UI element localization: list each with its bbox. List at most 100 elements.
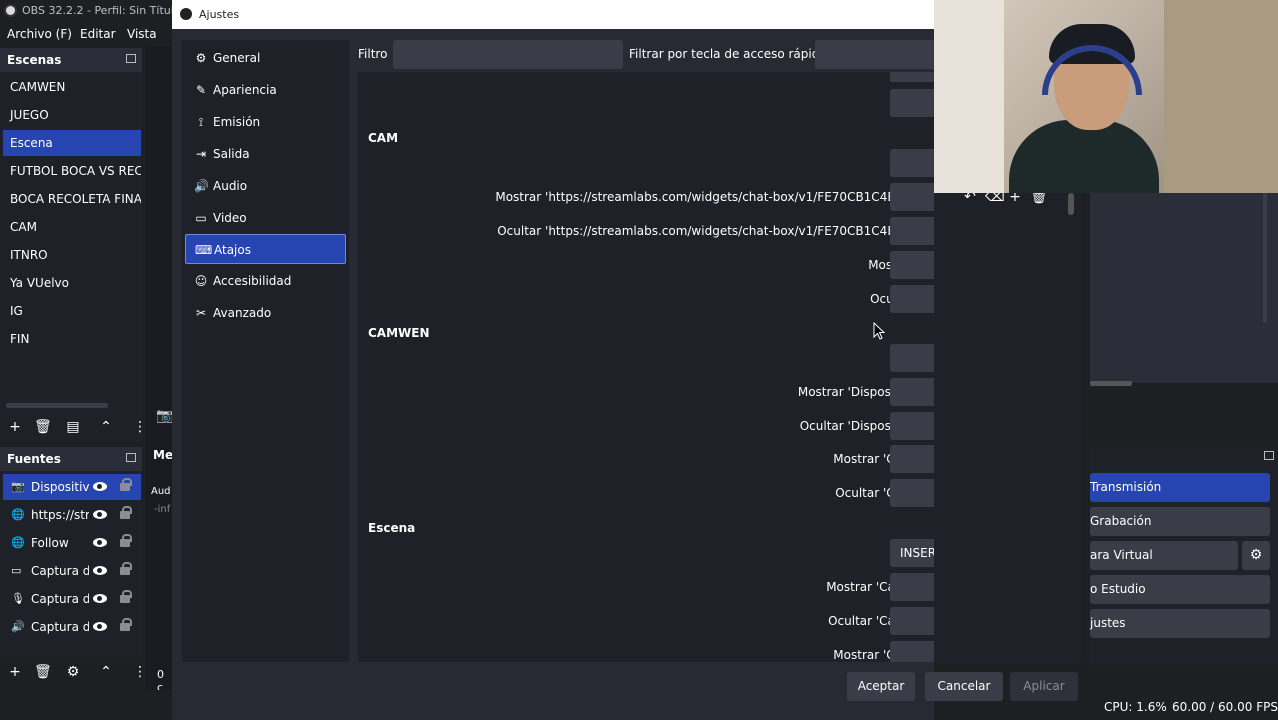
preview-scrollbar-v[interactable] [1263,193,1267,323]
settings-button[interactable]: justes [1090,609,1270,638]
scene-item-active[interactable]: Escena [3,130,141,156]
source-label: Captura d [31,620,89,634]
nav-accesibilidad[interactable]: ☺ Accesibilidad [185,266,346,296]
eye-icon[interactable] [93,594,107,603]
tools-icon: ✂ [195,306,207,320]
undock-icon[interactable] [126,453,136,462]
output-icon: ⇥ [195,147,207,161]
mixer-strip: 📷 Me Aud -inf 0 c [146,46,174,696]
trash-icon[interactable]: 🗑 [34,420,52,434]
controls-dock: Transmisión Grabación ara Virtual ⚙ o Es… [1090,446,1278,666]
scene-item[interactable]: ITNRO [3,242,141,268]
sources-dock: Fuentes 📷 Dispositiv 🌐 https://str 🌐 Follow… [0,447,147,679]
cpu-status: CPU: 1.6% [1104,700,1167,714]
nav-audio[interactable]: 🔊 Audio [185,171,346,201]
webcam-room [1164,0,1278,193]
add-icon[interactable]: + [8,420,22,434]
lock-icon[interactable] [120,534,132,547]
source-item[interactable]: 🔊 Captura d [3,614,141,640]
nav-apariencia[interactable]: ✎ Apariencia [185,75,346,105]
menu-vista[interactable]: Vista [127,27,157,41]
hotkey-buttons-right: ↶ ⌫ + 🗑 [934,189,1079,662]
source-item[interactable]: 🌐 Follow [3,530,141,556]
globe-icon: 🌐 [11,536,25,549]
studio-mode-button[interactable]: o Estudio [1090,575,1270,604]
cancel-button[interactable]: Cancelar [925,672,1003,701]
obs-logo-icon [180,8,192,20]
scene-item[interactable]: BOCA RECOLETA FINAL [3,186,141,212]
source-item[interactable]: ▭ Captura d [3,558,141,584]
ok-button[interactable]: Aceptar [847,672,915,701]
scene-item[interactable]: IG [3,298,141,324]
chevron-up-icon[interactable]: ⌃ [99,420,113,434]
globe-icon: 🌐 [11,508,25,521]
eye-icon[interactable] [93,566,107,575]
gear-icon[interactable]: ⚙ [66,665,80,679]
webcam-overlay [934,0,1278,193]
nav-label: Audio [213,179,248,193]
menu-editar[interactable]: Editar [80,27,116,41]
scene-item[interactable]: FUTBOL BOCA VS RECO [3,158,141,184]
start-streaming-button[interactable]: Transmisión [1090,473,1270,502]
mixer-db: -inf [154,504,171,515]
filter-input[interactable] [393,40,623,69]
scene-item[interactable]: FIN [3,326,141,352]
trash-icon[interactable]: 🗑 [34,665,52,679]
status-bar: CPU: 1.6% 60.00 / 60.00 FPS [1090,696,1278,720]
start-recording-button[interactable]: Grabación [1090,507,1270,536]
source-label: Captura d [31,592,89,606]
nav-emision[interactable]: ⟟ Emisión [185,107,346,137]
lock-icon[interactable] [120,618,132,631]
virtual-camera-button[interactable]: ara Virtual [1090,541,1238,570]
filter-icon[interactable]: ▤ [66,420,80,434]
nav-label: Atajos [214,243,251,257]
apply-button[interactable]: Aplicar [1010,672,1078,701]
scene-item[interactable]: JUEGO [3,102,141,128]
add-icon[interactable]: + [8,665,22,679]
nav-general[interactable]: ⚙ General [185,43,346,73]
lock-icon[interactable] [120,590,132,603]
speaker-icon: 🔊 [194,179,209,193]
sources-title: Fuentes [7,452,61,466]
menu-archivo[interactable]: Archivo (F) [7,27,72,41]
scene-item[interactable]: CAM [3,214,141,240]
settings-title: Ajustes [199,8,240,21]
hotkey-filter-input[interactable] [815,40,934,69]
nav-label: Salida [213,147,250,161]
undock-icon[interactable] [126,54,136,63]
source-item[interactable]: 🎙 Captura d [3,586,141,612]
source-label: Captura d [31,564,89,578]
accessibility-icon: ☺ [194,274,208,288]
nav-label: Accesibilidad [213,274,292,288]
scenes-scrollbar[interactable] [6,403,108,408]
mixer-header: Me [153,448,174,462]
scene-item[interactable]: CAMWEN [3,74,141,100]
nav-label: Apariencia [213,83,277,97]
nav-avanzado[interactable]: ✂ Avanzado [185,298,346,328]
undock-icon[interactable] [1264,451,1274,460]
source-label: Dispositiv [31,480,89,494]
more-icon[interactable]: ⋮ [133,665,147,679]
hotkey-filter-label: Filtrar por tecla de acceso rápido [629,47,827,61]
eye-icon[interactable] [93,622,107,631]
nav-video[interactable]: ▭ Video [185,203,346,233]
gear-icon[interactable]: ⚙ [1242,541,1270,570]
scene-item[interactable]: Ya VUelvo [3,270,141,296]
nav-label: Video [213,211,247,225]
group-title: Escena [368,521,416,535]
antenna-icon: ⟟ [198,115,204,129]
nav-atajos[interactable]: ⌨ Atajos [185,234,346,264]
eye-icon[interactable] [93,482,107,491]
palette-icon: ✎ [195,83,207,97]
lock-icon[interactable] [120,562,132,575]
chevron-up-icon[interactable]: ⌃ [99,665,113,679]
source-item[interactable]: 🌐 https://str [3,502,141,528]
eye-icon[interactable] [93,510,107,519]
more-icon[interactable]: ⋮ [133,420,147,434]
lock-icon[interactable] [120,506,132,519]
preview-scrollbar[interactable] [1090,381,1132,386]
nav-salida[interactable]: ⇥ Salida [185,139,346,169]
eye-icon[interactable] [93,538,107,547]
source-item-active[interactable]: 📷 Dispositiv [3,474,141,500]
lock-icon[interactable] [120,478,132,491]
